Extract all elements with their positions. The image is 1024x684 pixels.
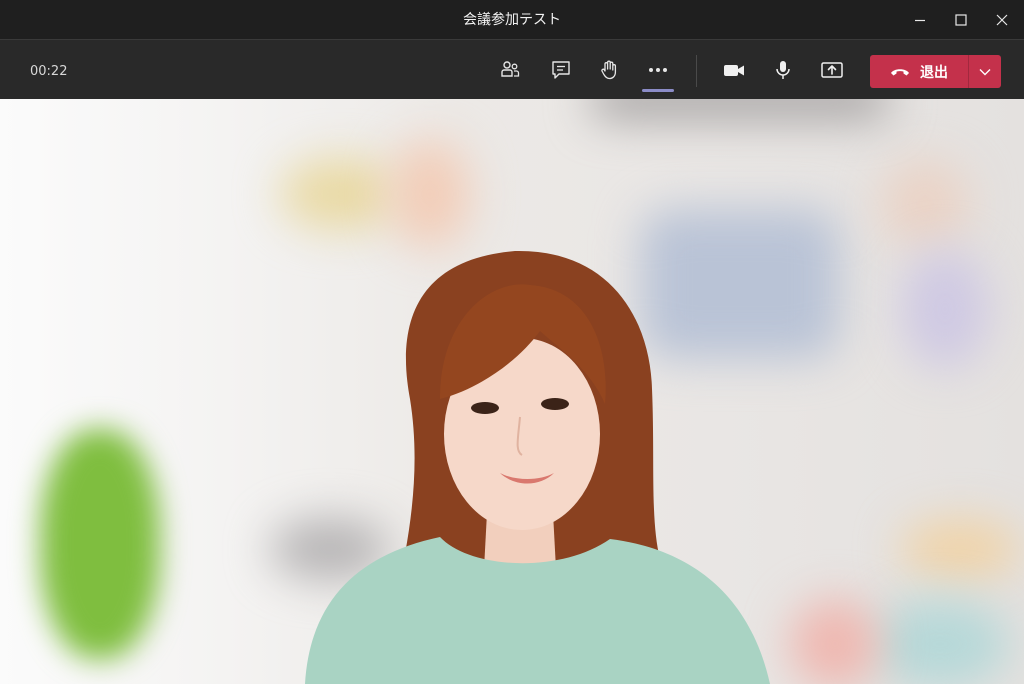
people-icon — [501, 61, 520, 77]
participants-button[interactable] — [494, 54, 526, 86]
eye — [541, 398, 569, 410]
maximize-button[interactable] — [941, 0, 981, 40]
microphone-icon — [776, 61, 790, 79]
phone-hangup-icon — [891, 68, 909, 75]
microphone-button[interactable] — [767, 54, 799, 86]
meeting-toolbar: 00:22 退出 — [0, 40, 1024, 99]
close-button[interactable] — [982, 0, 1022, 40]
share-screen-icon — [821, 62, 843, 78]
more-actions-icon — [649, 68, 667, 72]
close-icon — [996, 14, 1008, 26]
minimize-icon — [915, 19, 925, 22]
share-screen-button[interactable] — [816, 54, 848, 86]
active-indicator — [642, 89, 674, 92]
leave-button-group: 退出 — [870, 55, 1001, 88]
chat-button[interactable] — [545, 54, 577, 86]
toolbar-divider — [696, 55, 697, 87]
leave-button[interactable]: 退出 — [870, 55, 968, 88]
chat-icon — [552, 61, 570, 79]
window-title: 会議参加テスト — [463, 12, 561, 28]
camera-icon — [724, 65, 744, 76]
minimize-button[interactable] — [900, 0, 940, 40]
call-timer: 00:22 — [30, 64, 68, 79]
video-feed — [0, 99, 1024, 684]
eye — [471, 402, 499, 414]
camera-button[interactable] — [718, 54, 750, 86]
leave-options-button[interactable] — [969, 55, 1001, 88]
leave-label: 退出 — [920, 64, 948, 81]
maximize-icon — [955, 14, 967, 26]
raise-hand-button[interactable] — [593, 54, 625, 86]
chevron-down-icon — [979, 68, 991, 75]
more-actions-button[interactable] — [642, 54, 674, 86]
hand-icon — [601, 60, 617, 80]
title-bar: 会議参加テスト — [0, 0, 1024, 40]
participant-video — [305, 250, 770, 684]
